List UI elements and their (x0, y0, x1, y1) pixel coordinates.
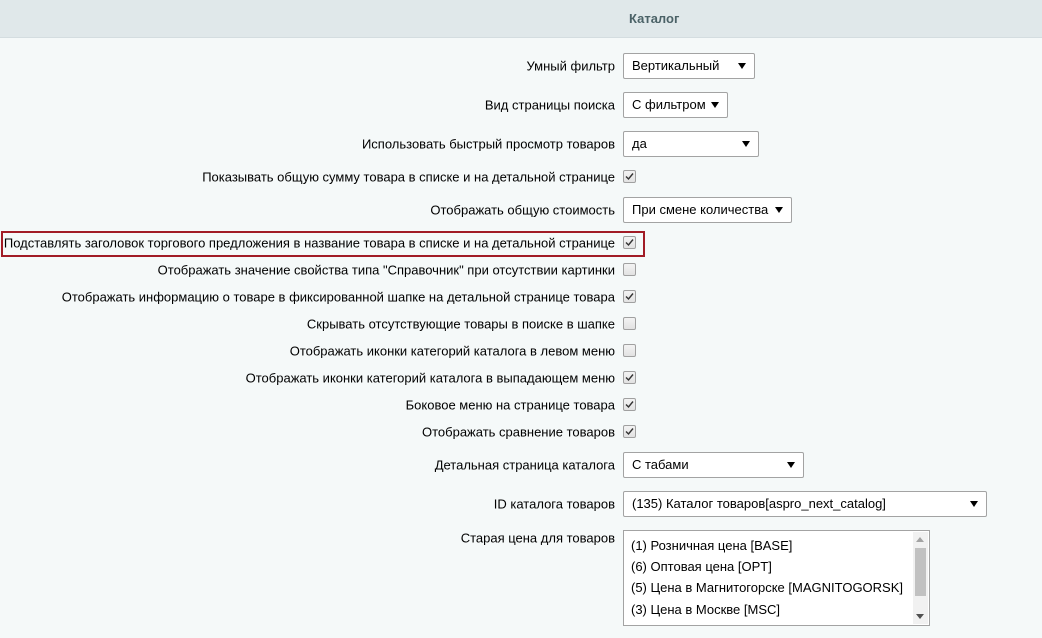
side-menu-checkbox[interactable] (623, 398, 636, 411)
icons-left-menu-checkbox[interactable] (623, 344, 636, 357)
setting-row-hide-absent-search: Скрывать отсутствующие товары в поиске в… (0, 311, 1042, 337)
icons-left-menu-label: Отображать иконки категорий каталога в л… (289, 343, 615, 359)
show-total-sum-checkbox[interactable] (623, 170, 636, 183)
setting-row-smart-filter: Умный фильтр Вертикальный (0, 53, 1042, 79)
icons-dropdown-menu-label: Отображать иконки категорий каталога в в… (245, 370, 615, 386)
setting-row-reference-property: Отображать значение свойства типа "Справ… (0, 257, 1042, 283)
setting-row-fixed-header-info: Отображать информацию о товаре в фиксиро… (0, 284, 1042, 310)
setting-row-detail-page: Детальная страница каталога С табами (0, 452, 1042, 478)
checkmark-icon (625, 401, 634, 409)
setting-row-show-total-sum: Показывать общую сумму товара в списке и… (0, 164, 1042, 190)
setting-row-quick-view: Использовать быстрый просмотр товаров да (0, 131, 1042, 157)
reference-property-checkbox[interactable] (623, 263, 636, 276)
checkmark-icon (625, 173, 634, 181)
search-page-view-select[interactable]: С фильтром (623, 92, 728, 118)
setting-row-catalog-id: ID каталога товаров (135) Каталог товаро… (0, 491, 1042, 517)
chevron-down-icon (787, 462, 795, 468)
show-total-sum-label: Показывать общую сумму товара в списке и… (202, 169, 615, 185)
side-menu-label: Боковое меню на странице товара (405, 397, 615, 413)
quick-view-value: да (632, 136, 647, 151)
smart-filter-label: Умный фильтр (526, 58, 616, 74)
show-total-cost-label: Отображать общую стоимость (430, 202, 615, 218)
show-total-cost-value: При смене количества (632, 202, 769, 217)
old-price-label: Старая цена для товаров (460, 530, 615, 546)
scrollbar[interactable] (913, 532, 928, 624)
chevron-down-icon (742, 141, 750, 147)
scroll-down-icon[interactable] (916, 614, 924, 619)
fixed-header-info-label: Отображать информацию о товаре в фиксиро… (61, 289, 615, 305)
detail-page-label: Детальная страница каталога (434, 457, 615, 473)
section-header: Каталог (0, 0, 1042, 38)
setting-row-offer-title: Подставлять заголовок торгового предложе… (0, 230, 1042, 256)
smart-filter-value: Вертикальный (632, 58, 720, 73)
hide-absent-search-checkbox[interactable] (623, 317, 636, 330)
list-item[interactable]: (5) Цена в Магнитогорске [MAGNITOGORSK] (631, 577, 903, 598)
chevron-down-icon (738, 63, 746, 69)
compare-label: Отображать сравнение товаров (422, 424, 615, 440)
catalog-id-value: (135) Каталог товаров[aspro_next_catalog… (632, 496, 886, 511)
setting-row-side-menu: Боковое меню на странице товара (0, 392, 1042, 418)
section-title: Каталог (629, 11, 680, 26)
catalog-id-label: ID каталога товаров (493, 496, 615, 512)
list-item[interactable]: (1) Розничная цена [BASE] (631, 535, 792, 556)
search-page-view-value: С фильтром (632, 97, 706, 112)
hide-absent-search-label: Скрывать отсутствующие товары в поиске в… (306, 316, 615, 332)
show-total-cost-select[interactable]: При смене количества (623, 197, 792, 223)
setting-row-search-page-view: Вид страницы поиска С фильтром (0, 92, 1042, 118)
list-item[interactable]: (6) Оптовая цена [OPT] (631, 556, 772, 577)
compare-checkbox[interactable] (623, 425, 636, 438)
chevron-down-icon (711, 102, 719, 108)
setting-row-icons-left-menu: Отображать иконки категорий каталога в л… (0, 338, 1042, 364)
reference-property-label: Отображать значение свойства типа "Справ… (157, 262, 615, 278)
checkmark-icon (625, 428, 634, 436)
detail-page-value: С табами (632, 457, 689, 472)
fixed-header-info-checkbox[interactable] (623, 290, 636, 303)
smart-filter-select[interactable]: Вертикальный (623, 53, 755, 79)
offer-title-label: Подставлять заголовок торгового предложе… (3, 235, 615, 251)
detail-page-select[interactable]: С табами (623, 452, 804, 478)
icons-dropdown-menu-checkbox[interactable] (623, 371, 636, 384)
checkmark-icon (625, 293, 634, 301)
search-page-view-label: Вид страницы поиска (484, 97, 615, 113)
old-price-listbox[interactable]: (1) Розничная цена [BASE] (6) Оптовая це… (623, 530, 930, 626)
offer-title-checkbox[interactable] (623, 236, 636, 249)
scrollbar-thumb[interactable] (915, 548, 926, 596)
chevron-down-icon (970, 501, 978, 507)
setting-row-icons-dropdown-menu: Отображать иконки категорий каталога в в… (0, 365, 1042, 391)
checkmark-icon (625, 374, 634, 382)
setting-row-show-total-cost: Отображать общую стоимость При смене кол… (0, 197, 1042, 223)
chevron-down-icon (775, 207, 783, 213)
checkmark-icon (625, 239, 634, 247)
setting-row-compare: Отображать сравнение товаров (0, 419, 1042, 445)
scroll-up-icon[interactable] (916, 537, 924, 542)
catalog-id-select[interactable]: (135) Каталог товаров[aspro_next_catalog… (623, 491, 987, 517)
quick-view-label: Использовать быстрый просмотр товаров (361, 136, 615, 152)
list-item[interactable]: (3) Цена в Москве [MSC] (631, 599, 780, 620)
quick-view-select[interactable]: да (623, 131, 759, 157)
